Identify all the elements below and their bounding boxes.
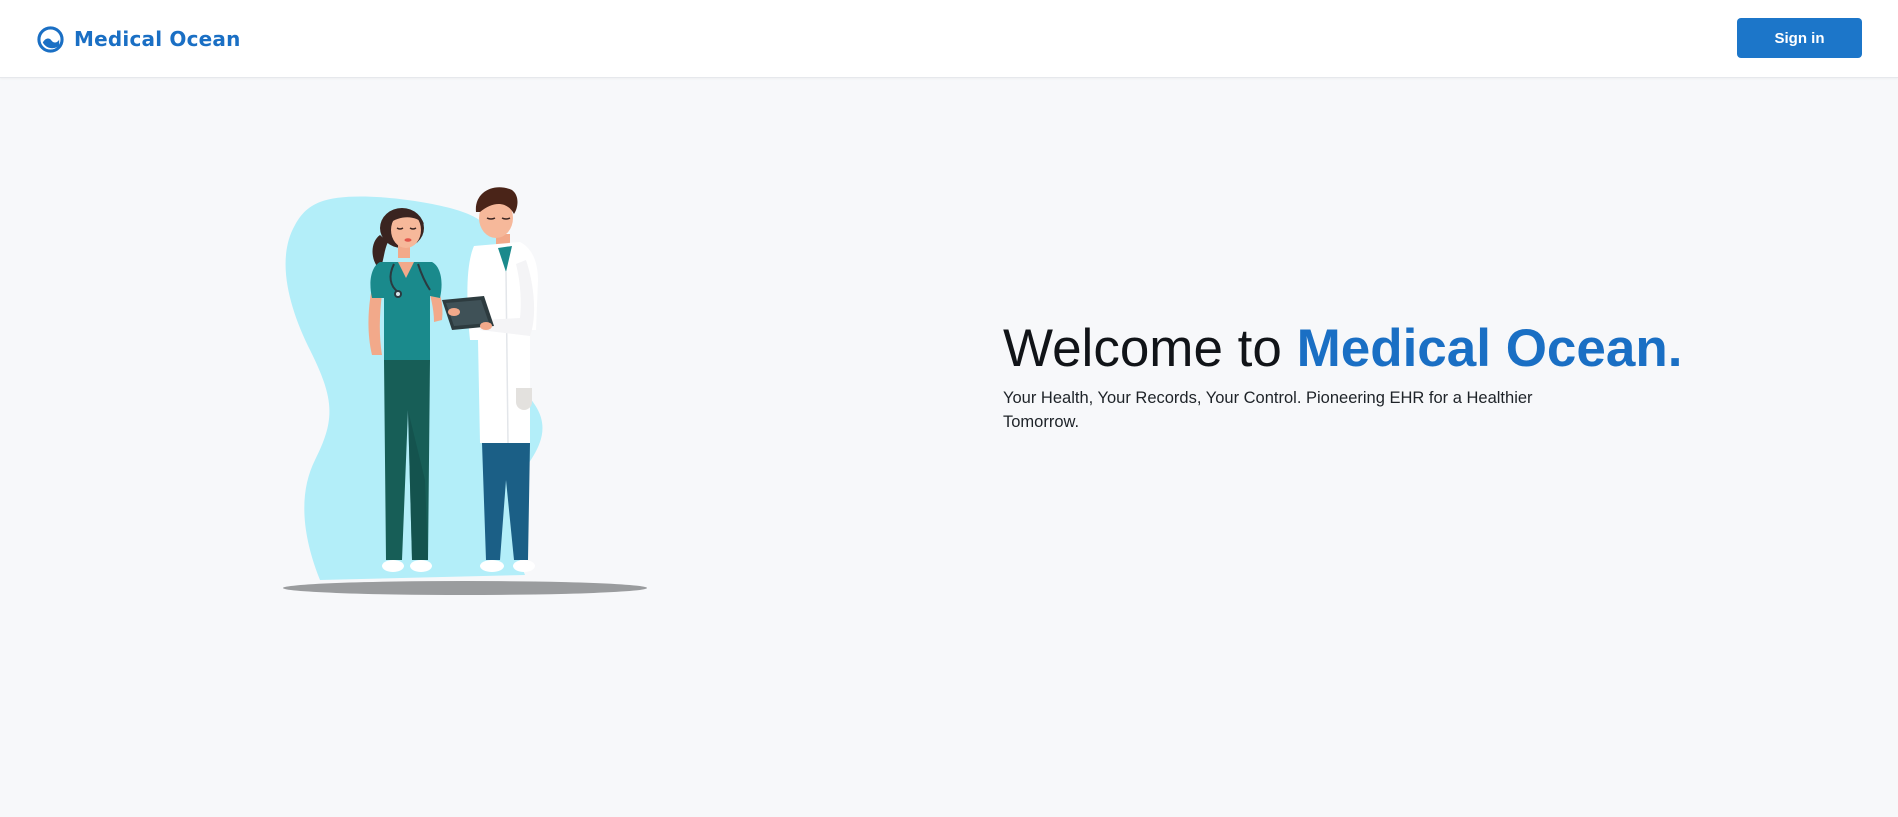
hero-subtitle: Your Health, Your Records, Your Control.… [1003, 389, 1533, 431]
sign-in-button[interactable]: Sign in [1737, 18, 1862, 58]
hero-text: Welcome to Medical Ocean. Your Health, Y… [1003, 318, 1682, 434]
hero-title: Welcome to Medical Ocean. [1003, 318, 1682, 380]
nurse-and-doctor-illustration [283, 187, 647, 595]
hero-title-prefix: Welcome to [1003, 319, 1297, 378]
medical-ocean-logo-icon [37, 25, 64, 53]
hero-title-accent: Medical Ocean. [1296, 319, 1683, 378]
brand-name: Medical Ocean [74, 27, 241, 51]
top-navigation-bar: Medical Ocean Sign in [0, 0, 1898, 78]
brand[interactable]: Medical Ocean [37, 25, 241, 53]
